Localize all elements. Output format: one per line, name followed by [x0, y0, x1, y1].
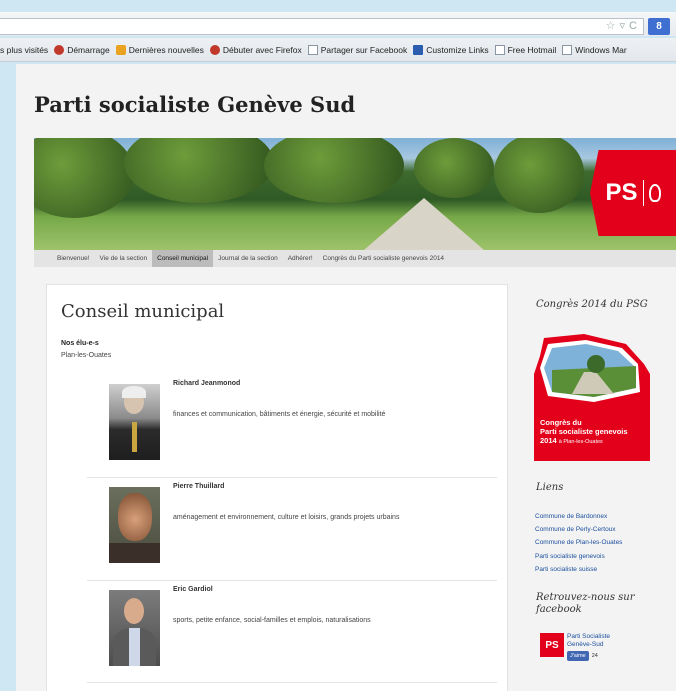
sidebar-link[interactable]: Parti socialiste genevois	[535, 550, 622, 563]
section-subheading: Plan-les-Ouates	[61, 352, 112, 359]
dropdown-icon[interactable]: ▿	[620, 19, 626, 34]
section-heading: Nos élu-e-s	[61, 340, 99, 347]
congres-year: 2014	[540, 436, 557, 445]
bookmark-label: Customize Links	[426, 44, 489, 55]
nav-item[interactable]: Bienvenue!	[52, 250, 95, 267]
bookmark-item[interactable]: Démarrage	[54, 44, 110, 55]
bookmark-item[interactable]: Customize Links	[413, 44, 489, 55]
reload-icon[interactable]: C	[629, 19, 637, 34]
nav-item[interactable]: Congrès du Parti socialiste genevois 201…	[318, 250, 449, 267]
member-photo	[109, 590, 160, 666]
url-bar[interactable]: ☆ ▿ C	[0, 18, 644, 35]
rose-icon	[648, 184, 661, 202]
star-icon[interactable]: ☆	[606, 19, 616, 34]
bookmark-item[interactable]: Débuter avec Firefox	[209, 44, 302, 55]
bookmark-item[interactable]: Free Hotmail	[494, 44, 557, 55]
facebook-widget[interactable]: PS Parti Socialiste Genève-Sud J'aime 24	[540, 633, 610, 661]
member-card: Pierre Thuillard aménagement et environn…	[47, 476, 509, 578]
links-title: Liens	[536, 482, 564, 493]
congres-line2: Parti socialiste genevois	[540, 427, 628, 436]
page-icon	[494, 44, 505, 55]
header-image: PS	[34, 138, 676, 250]
firefox-icon	[209, 44, 220, 55]
bookmark-label: Débuter avec Firefox	[222, 44, 302, 55]
ps-logo: PS	[590, 150, 676, 236]
member-card: Richard Jeanmonod finances et communicat…	[47, 373, 509, 475]
member-role: sports, petite enfance, social-familles …	[173, 617, 371, 624]
ps-fb-logo: PS	[540, 633, 564, 657]
bookmark-item[interactable]: Partager sur Facebook	[307, 44, 408, 55]
congres-place: à Plan-les-Ouates	[558, 439, 603, 445]
bookmark-label: Windows Mar	[575, 44, 627, 55]
member-role: aménagement et environnement, culture et…	[173, 514, 400, 521]
facebook-title: Retrouvez-nous sur facebook	[536, 592, 635, 615]
bookmark-label: Dernières nouvelles	[128, 44, 204, 55]
fb-page-name-2[interactable]: Genève-Sud	[567, 641, 610, 649]
member-card: Eric Gardiol sports, petite enfance, soc…	[47, 579, 509, 681]
fb-page-name-1[interactable]: Parti Socialiste	[567, 633, 610, 641]
page-icon	[307, 44, 318, 55]
sidebar-link[interactable]: Commune de Bardonnex	[535, 510, 622, 523]
nav-item[interactable]: Journal de la section	[213, 250, 283, 267]
fb-like-button[interactable]: J'aime	[567, 651, 589, 661]
nav-item[interactable]: Vie de la section	[95, 250, 153, 267]
fb-like-count: 24	[591, 653, 598, 659]
site-title[interactable]: Parti socialiste Genève Sud	[34, 92, 355, 117]
nav-item[interactable]: Conseil municipal	[152, 250, 214, 267]
nav-item[interactable]: Adhérer!	[283, 250, 318, 267]
member-name: Eric Gardiol	[173, 586, 213, 593]
congres-banner[interactable]: Congrès du Parti socialiste genevois 201…	[534, 334, 650, 461]
content-panel: Conseil municipal Nos élu-e-s Plan-les-O…	[46, 284, 508, 691]
webpage: Parti socialiste Genève Sud PS Bienvenue…	[16, 64, 676, 691]
page-title: Conseil municipal	[61, 301, 225, 322]
firefox-icon	[54, 44, 65, 55]
member-photo	[109, 487, 160, 563]
sidebar-link[interactable]: Commune de Plan-les-Ouates	[535, 536, 622, 549]
member-name: Richard Jeanmonod	[173, 380, 241, 387]
bookmark-label: s plus visités	[0, 44, 49, 55]
page-icon	[562, 44, 573, 55]
sidebar-link[interactable]: Parti socialiste suisse	[535, 563, 622, 576]
m-icon	[413, 44, 424, 55]
bookmark-label: Partager sur Facebook	[320, 44, 408, 55]
bookmark-label: Démarrage	[67, 44, 110, 55]
bookmarks-bar: s plus visités Démarrage Dernières nouvell…	[0, 38, 676, 62]
bookmark-item[interactable]: s plus visités	[0, 45, 48, 55]
bookmark-label: Free Hotmail	[507, 44, 557, 55]
divider	[87, 682, 497, 683]
bookmark-item[interactable]: Windows Mar	[562, 44, 627, 55]
congres-title: Congrès 2014 du PSG	[536, 299, 648, 310]
member-name: Pierre Thuillard	[173, 483, 225, 490]
search-engine-button[interactable]: 8	[648, 18, 670, 35]
congres-line1: Congrès du	[540, 418, 582, 427]
links-list: Commune de Bardonnex Commune de Perly-Cer…	[535, 510, 622, 576]
main-nav: Bienvenue! Vie de la section Conseil munic…	[34, 250, 676, 267]
sidebar-link[interactable]: Commune de Perly-Certoux	[535, 523, 622, 536]
member-photo	[109, 384, 160, 460]
member-role: finances et communication, bâtiments et …	[173, 411, 386, 418]
rss-icon	[115, 44, 126, 55]
bookmark-item[interactable]: Dernières nouvelles	[115, 44, 204, 55]
